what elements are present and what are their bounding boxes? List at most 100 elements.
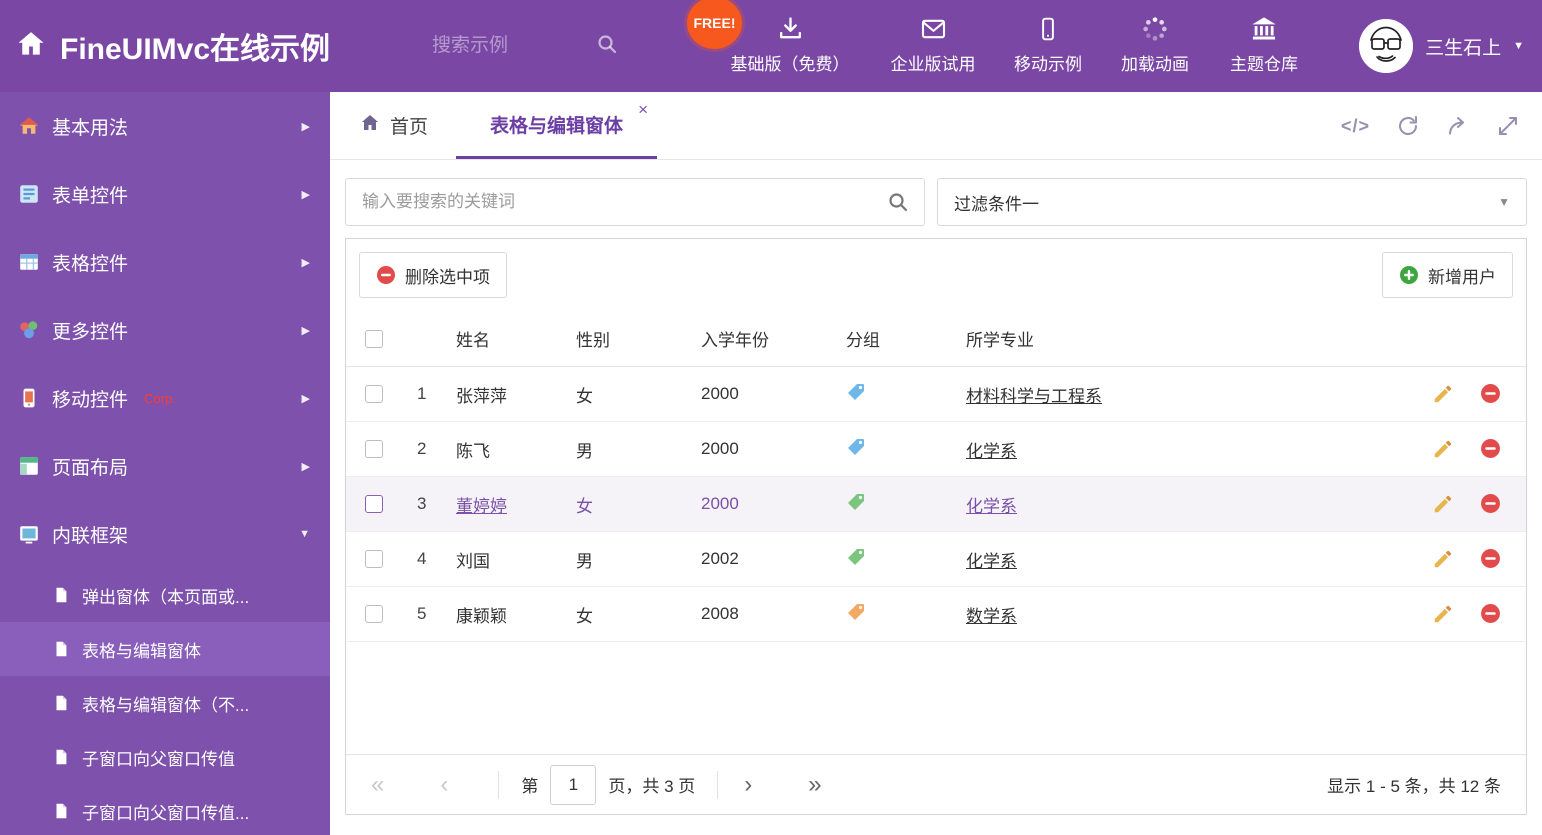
next-page-button[interactable]: › xyxy=(744,772,752,797)
pagination-bar: « ‹ 第 页，共 3 页 › » 显示 1 - 5 条，共 12 条 xyxy=(346,754,1526,814)
delete-selected-button[interactable]: 删除选中项 xyxy=(359,252,507,298)
sidebar-item-label: 表单控件 xyxy=(52,185,129,207)
column-group[interactable]: 分组 xyxy=(841,326,961,351)
delete-icon[interactable] xyxy=(1480,438,1502,460)
table-header: 姓名 性别 入学年份 分组 所学专业 xyxy=(346,311,1526,367)
code-icon[interactable]: </> xyxy=(1341,116,1370,137)
edit-icon[interactable] xyxy=(1432,548,1454,570)
sidebar-subitem-grid-edit-window-2[interactable]: 表格与编辑窗体（不... xyxy=(0,676,330,730)
sidebar: 基本用法 ▶ 表单控件 ▶ 表格控件 ▶ 更多控件 ▶ 移动控件 Corp. ▶… xyxy=(0,92,330,835)
first-page-button[interactable]: « xyxy=(371,772,384,797)
select-all-checkbox[interactable] xyxy=(364,329,383,348)
user-menu[interactable]: 三生石上 ▼ xyxy=(1359,0,1524,92)
cell-year: 2002 xyxy=(701,549,739,568)
sidebar-item-more-controls[interactable]: 更多控件 ▶ xyxy=(0,296,330,364)
tab-home[interactable]: 首页 xyxy=(330,92,456,159)
nav-item-theme-store[interactable]: 主题仓库 xyxy=(1230,13,1298,75)
tag-icon xyxy=(846,437,866,457)
row-checkbox[interactable] xyxy=(364,550,383,568)
sidebar-subitem-grid-edit-window[interactable]: 表格与编辑窗体 xyxy=(0,622,330,676)
header-search-input[interactable] xyxy=(430,34,595,58)
sidebar-subitem-label: 子窗口向父窗口传值... xyxy=(82,803,250,823)
sidebar-item-grid-controls[interactable]: 表格控件 ▶ xyxy=(0,228,330,296)
edit-icon[interactable] xyxy=(1432,438,1454,460)
sidebar-item-label: 页面布局 xyxy=(52,457,129,479)
delete-icon[interactable] xyxy=(1480,383,1502,405)
divider xyxy=(717,770,719,799)
major-link[interactable]: 数学系 xyxy=(966,607,1017,626)
keyword-search-input[interactable] xyxy=(346,192,886,212)
tab-bar: 首页 表格与编辑窗体 × </> xyxy=(330,92,1542,160)
sidebar-subitem-label: 表格与编辑窗体 xyxy=(82,641,201,661)
major-link[interactable]: 化学系 xyxy=(966,497,1017,516)
filter-dropdown[interactable]: 过滤条件一 ▼ xyxy=(937,178,1527,226)
delete-icon[interactable] xyxy=(1480,603,1502,625)
chevron-down-icon: ▼ xyxy=(1513,40,1524,52)
sidebar-item-page-layout[interactable]: 页面布局 ▶ xyxy=(0,432,330,500)
sidebar-subitem-popup-window[interactable]: 弹出窗体（本页面或... xyxy=(0,568,330,622)
header-search xyxy=(430,26,645,66)
expand-icon[interactable] xyxy=(1496,114,1520,138)
table-row[interactable]: 4 刘国 男 2002 化学系 xyxy=(346,532,1526,587)
chevron-right-icon: ▶ xyxy=(301,324,310,337)
nav-item-label: 加载动画 xyxy=(1121,55,1189,74)
table-row[interactable]: 2 陈飞 男 2000 化学系 xyxy=(346,422,1526,477)
page-number-input[interactable] xyxy=(550,764,597,805)
search-icon[interactable] xyxy=(886,190,910,214)
plus-circle-icon xyxy=(1399,265,1419,285)
nav-item-loading-animation[interactable]: 加载动画 xyxy=(1121,13,1189,75)
major-link[interactable]: 材料科学与工程系 xyxy=(966,387,1102,406)
row-checkbox[interactable] xyxy=(364,385,383,403)
last-page-button[interactable]: » xyxy=(808,772,821,797)
sidebar-item-inline-frame[interactable]: 内联框架 ▼ xyxy=(0,500,330,568)
main-content: 首页 表格与编辑窗体 × </> 过滤条件一 ▼ xyxy=(330,92,1542,835)
user-name: 三生石上 xyxy=(1425,37,1502,59)
column-major[interactable]: 所学专业 xyxy=(961,326,1406,351)
cell-year: 2008 xyxy=(701,604,739,623)
sidebar-item-basic-usage[interactable]: 基本用法 ▶ xyxy=(0,92,330,160)
nav-item-mobile-demo[interactable]: 移动示例 xyxy=(1014,13,1082,75)
sidebar-item-mobile-controls[interactable]: 移动控件 Corp. ▶ xyxy=(0,364,330,432)
prev-page-button[interactable]: ‹ xyxy=(440,772,448,797)
edit-icon[interactable] xyxy=(1432,383,1454,405)
brand[interactable]: FineUIMvc在线示例 xyxy=(16,0,330,92)
home-icon xyxy=(360,113,380,139)
table-row[interactable]: 1 张萍萍 女 2000 材料科学与工程系 xyxy=(346,367,1526,422)
minus-circle-icon xyxy=(376,265,396,285)
keyword-search-box xyxy=(345,178,925,226)
edit-icon[interactable] xyxy=(1432,603,1454,625)
open-in-new-icon[interactable] xyxy=(1446,114,1470,138)
sidebar-item-form-controls[interactable]: 表单控件 ▶ xyxy=(0,160,330,228)
nav-item-enterprise-trial[interactable]: 企业版试用 xyxy=(891,13,976,75)
row-checkbox[interactable] xyxy=(364,495,383,513)
column-gender[interactable]: 性别 xyxy=(571,326,696,351)
table-row-selected[interactable]: 3 董婷婷 女 2000 化学系 xyxy=(346,477,1526,532)
sidebar-item-label: 基本用法 xyxy=(52,117,129,139)
sidebar-subitem-child-to-parent[interactable]: 子窗口向父窗口传值 xyxy=(0,730,330,784)
tab-grid-edit-window[interactable]: 表格与编辑窗体 × xyxy=(456,92,658,159)
sidebar-item-label: 内联框架 xyxy=(52,525,129,547)
house-icon xyxy=(18,115,40,137)
column-name[interactable]: 姓名 xyxy=(451,326,571,351)
row-checkbox[interactable] xyxy=(364,440,383,458)
row-checkbox[interactable] xyxy=(364,605,383,623)
sidebar-subitem-child-to-parent-2[interactable]: 子窗口向父窗口传值... xyxy=(0,784,330,835)
delete-icon[interactable] xyxy=(1480,548,1502,570)
add-user-button[interactable]: 新增用户 xyxy=(1382,252,1513,298)
chevron-right-icon: ▶ xyxy=(301,460,310,473)
file-icon xyxy=(52,694,70,712)
search-icon[interactable] xyxy=(595,32,619,61)
nav-item-basic-free[interactable]: 基础版（免费） xyxy=(731,13,850,75)
major-link[interactable]: 化学系 xyxy=(966,552,1017,571)
close-icon[interactable]: × xyxy=(638,101,648,118)
cell-gender: 女 xyxy=(576,496,593,516)
row-index: 2 xyxy=(417,439,427,458)
delete-icon[interactable] xyxy=(1480,493,1502,515)
cell-name: 张萍萍 xyxy=(456,386,507,406)
major-link[interactable]: 化学系 xyxy=(966,442,1017,461)
row-index: 4 xyxy=(417,549,427,568)
refresh-icon[interactable] xyxy=(1396,114,1420,138)
edit-icon[interactable] xyxy=(1432,493,1454,515)
column-entrance-year[interactable]: 入学年份 xyxy=(696,326,841,351)
table-row[interactable]: 5 康颖颖 女 2008 数学系 xyxy=(346,587,1526,642)
